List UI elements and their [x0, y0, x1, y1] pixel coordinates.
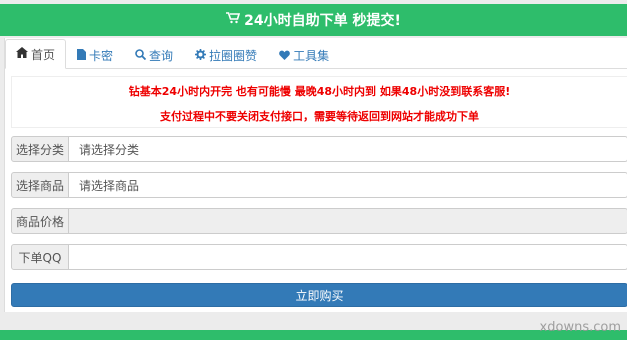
qq-input[interactable] — [69, 244, 627, 270]
product-row: 选择商品 请选择商品 — [11, 172, 627, 198]
tab-home-label: 首页 — [31, 47, 56, 62]
tab-card-key-label: 卡密 — [89, 49, 114, 63]
product-select[interactable]: 请选择商品 — [69, 172, 627, 198]
nav-tabs: 首页 卡密 查询 拉圈圈赞 工具集 — [5, 38, 627, 69]
price-row: 商品价格 — [11, 208, 627, 234]
header-banner: 24小时自助下单 秒提交! — [0, 4, 627, 36]
notice-line-1: 钻基本24小时内开完 也有可能慢 最晚48小时内到 如果48小时没到联系客服! — [128, 85, 511, 98]
tab-query-label: 查询 — [149, 49, 174, 63]
qq-row: 下单QQ — [11, 244, 627, 270]
gear-icon — [195, 48, 207, 63]
price-label: 商品价格 — [11, 208, 69, 234]
category-label: 选择分类 — [11, 136, 69, 162]
heart-icon — [279, 49, 290, 63]
tab-circle-likes-label: 拉圈圈赞 — [209, 49, 258, 63]
product-label: 选择商品 — [11, 172, 69, 198]
qq-label: 下单QQ — [11, 244, 69, 270]
price-field — [69, 208, 627, 234]
cart-icon — [226, 12, 241, 28]
search-icon — [135, 48, 147, 63]
order-panel: 首页 卡密 查询 拉圈圈赞 工具集 钻基本24小时内开完 也有可能慢 最晚48小… — [4, 38, 627, 312]
category-select[interactable]: 请选择分类 — [69, 136, 627, 162]
tab-tools-label: 工具集 — [293, 49, 330, 63]
header-title: 24小时自助下单 秒提交! — [244, 13, 401, 29]
tab-query[interactable]: 查询 — [124, 41, 184, 69]
footer-banner — [0, 330, 627, 340]
tab-circle-likes[interactable]: 拉圈圈赞 — [184, 41, 268, 69]
footer-spacer — [0, 312, 627, 330]
tab-home[interactable]: 首页 — [5, 39, 67, 69]
category-row: 选择分类 请选择分类 — [11, 136, 627, 162]
home-icon — [16, 47, 28, 61]
notice-line-2: 支付过程中不要关闭支付接口，需要等待返回到网站才能成功下单 — [160, 110, 479, 123]
watermark-text: xdowns.com — [539, 320, 621, 335]
tab-card-key[interactable]: 卡密 — [66, 41, 124, 69]
file-icon — [77, 48, 87, 63]
tab-tools[interactable]: 工具集 — [268, 41, 340, 69]
buy-now-button[interactable]: 立即购买 — [11, 283, 627, 307]
notice-box: 钻基本24小时内开完 也有可能慢 最晚48小时内到 如果48小时没到联系客服! … — [11, 76, 627, 128]
